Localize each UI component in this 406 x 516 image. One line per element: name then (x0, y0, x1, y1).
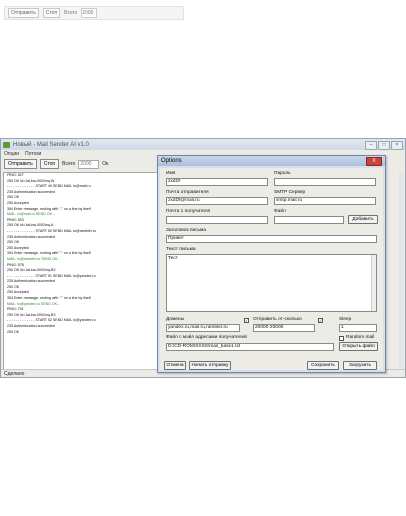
subject-input[interactable]: Привет (166, 235, 377, 243)
dialog-close-icon[interactable]: X (366, 157, 382, 166)
name-input[interactable]: zxdDf (166, 178, 268, 186)
thumbnail-total-label: Всего (64, 10, 78, 16)
window-title: Новый - Mail Sender AI v1.0 (13, 141, 89, 148)
maximize-icon[interactable]: □ (378, 141, 390, 150)
dialog-body: Имя zxdDf Пароль Почта отправителя zxdDf… (160, 168, 383, 370)
subject-label: Заголовок письма (166, 228, 207, 233)
random-mail-label: Random mail (346, 335, 375, 340)
sender-input[interactable]: zxdDf@mail.ru (166, 197, 268, 205)
save-button[interactable]: Сохранить (307, 361, 339, 370)
status-text: Сделано (4, 371, 25, 377)
app-icon (3, 141, 10, 148)
smtp-label: SMTP Сервер (274, 190, 306, 195)
password-input[interactable] (274, 178, 376, 186)
sleep-input[interactable]: 1 (339, 324, 377, 332)
send-from-label: Отправить от-сколько (253, 317, 302, 322)
ok-label: Ок (102, 161, 109, 167)
minimize-icon[interactable]: – (365, 141, 377, 150)
recipients-file-input[interactable]: D:\CD-ROM\SSSS\mail_base1.txt (166, 343, 334, 351)
body-label: Текст письма (166, 247, 196, 252)
log-panel[interactable]: PING: 527 250 OK id=1aUna-0002mq-W - - - -… (3, 172, 158, 370)
options-dialog: Options X Имя zxdDf Пароль Почта отправи… (157, 155, 386, 373)
sender-label: Почта отправителя (166, 190, 209, 195)
log-line: 250 OK (7, 329, 20, 334)
total-field[interactable]: 2000 (78, 159, 100, 169)
add-button[interactable]: Добавить (348, 215, 378, 224)
body-textarea[interactable]: Тест (166, 254, 377, 312)
send-from-input[interactable]: 20000-20000 (253, 324, 315, 332)
cancel-button[interactable]: Отмена (164, 361, 186, 370)
total-label: Всего (62, 161, 76, 167)
name-label: Имя (166, 171, 176, 176)
log-scrollbar[interactable] (399, 172, 404, 368)
smtp-input[interactable]: smtp.mail.ru (274, 197, 376, 205)
recipient1-input[interactable] (166, 216, 268, 224)
body-text: Тест (168, 256, 178, 261)
thumbnail-send-button: Отправить (8, 8, 39, 18)
password-label: Пароль (274, 171, 291, 176)
body-scrollbar[interactable] (371, 255, 376, 311)
domains-input[interactable]: yandex.ru,mail.ru,rambler.ru (166, 324, 240, 332)
window-controls: – □ × (365, 141, 403, 150)
close-window-icon[interactable]: × (391, 141, 403, 150)
recipient1-label: Почта 1 получателя (166, 209, 211, 214)
file-label: Файл (274, 209, 286, 214)
sleep-label: Sleep (339, 317, 352, 322)
menu-threads[interactable]: Потоки (25, 151, 41, 157)
domains-label: Домены (166, 317, 185, 322)
thumbnail-toolbar: Отправить Стоп Всего 2000 (4, 6, 184, 20)
open-file-button[interactable]: Открыть файл (339, 342, 378, 351)
dialog-titlebar: Options X (158, 156, 385, 166)
recipients-file-label: Файл с мэйл адресами получателей (166, 335, 247, 340)
send-button[interactable]: Отправить (4, 159, 37, 169)
dialog-title: Options (161, 158, 182, 164)
random-mail-checkbox[interactable] (339, 336, 344, 341)
thumbnail-area: Отправить Стоп Всего 2000 (0, 0, 406, 138)
window-titlebar: Новый - Mail Sender AI v1.0 – □ × (1, 139, 405, 150)
thumbnail-stop-button: Стоп (42, 8, 61, 18)
send-from-checkbox[interactable]: ✓ (318, 318, 323, 323)
start-send-button[interactable]: Начать отправку (189, 361, 231, 370)
thumbnail-total-field: 2000 (81, 8, 98, 18)
domains-checkbox[interactable]: ✓ (244, 318, 249, 323)
stop-button[interactable]: Стоп (39, 159, 60, 169)
menu-options[interactable]: Опции (4, 151, 19, 157)
file-input[interactable] (274, 216, 344, 224)
load-button[interactable]: Загрузить (343, 361, 377, 370)
